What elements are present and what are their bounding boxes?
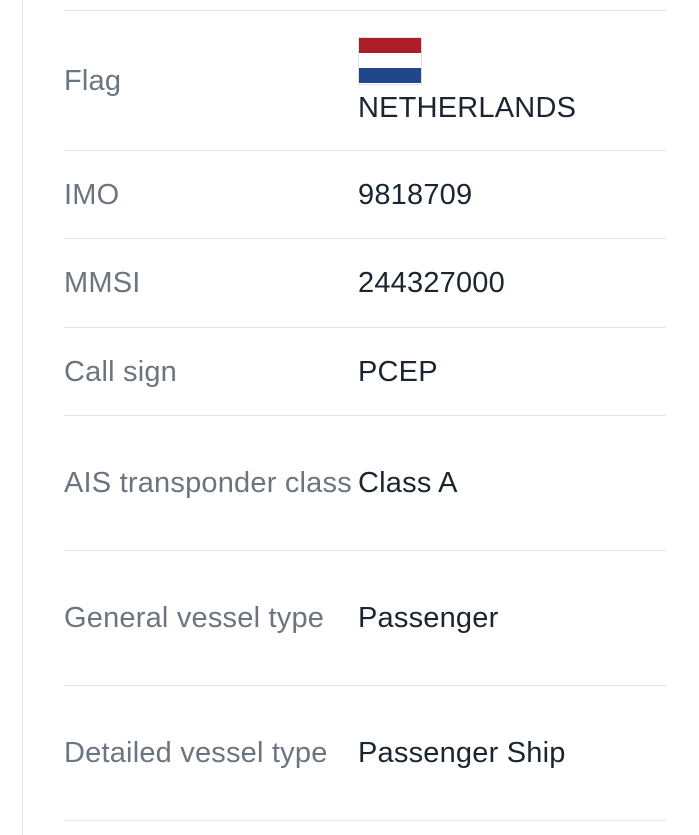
flag-country: NETHERLANDS	[358, 91, 577, 124]
call-sign-value: PCEP	[358, 355, 438, 388]
vessel-details-table: Flag NETHERLANDS IMO 9818709 MMSI 244327…	[64, 10, 666, 821]
imo-label: IMO	[64, 178, 120, 211]
row-imo: IMO 9818709	[64, 151, 666, 239]
flag-stripe-white	[359, 52, 421, 69]
flag-stripe-blue	[359, 68, 421, 84]
netherlands-flag-icon	[358, 36, 422, 85]
row-call-sign: Call sign PCEP	[64, 328, 666, 416]
mmsi-label: MMSI	[64, 267, 141, 299]
general-type-label: General vessel type	[64, 602, 325, 634]
call-sign-label: Call sign	[64, 355, 178, 388]
general-type-value: Passenger	[358, 602, 499, 634]
row-mmsi: MMSI 244327000	[64, 239, 666, 328]
row-detailed-type: Detailed vessel type Passenger Ship	[64, 686, 666, 821]
detailed-type-value: Passenger Ship	[358, 737, 566, 769]
ais-class-label: AIS transponder class	[64, 467, 352, 499]
detailed-type-label: Detailed vessel type	[64, 737, 328, 769]
row-ais-class: AIS transponder class Class A	[64, 416, 666, 551]
flag-label: Flag	[64, 64, 122, 97]
flag-stripe-red	[359, 37, 421, 53]
mmsi-value: 244327000	[358, 267, 505, 299]
left-divider	[22, 0, 23, 835]
row-general-type: General vessel type Passenger	[64, 551, 666, 686]
imo-value: 9818709	[358, 178, 473, 211]
row-flag: Flag NETHERLANDS	[64, 11, 666, 151]
ais-class-value: Class A	[358, 467, 458, 499]
flag-value: NETHERLANDS	[358, 36, 666, 125]
